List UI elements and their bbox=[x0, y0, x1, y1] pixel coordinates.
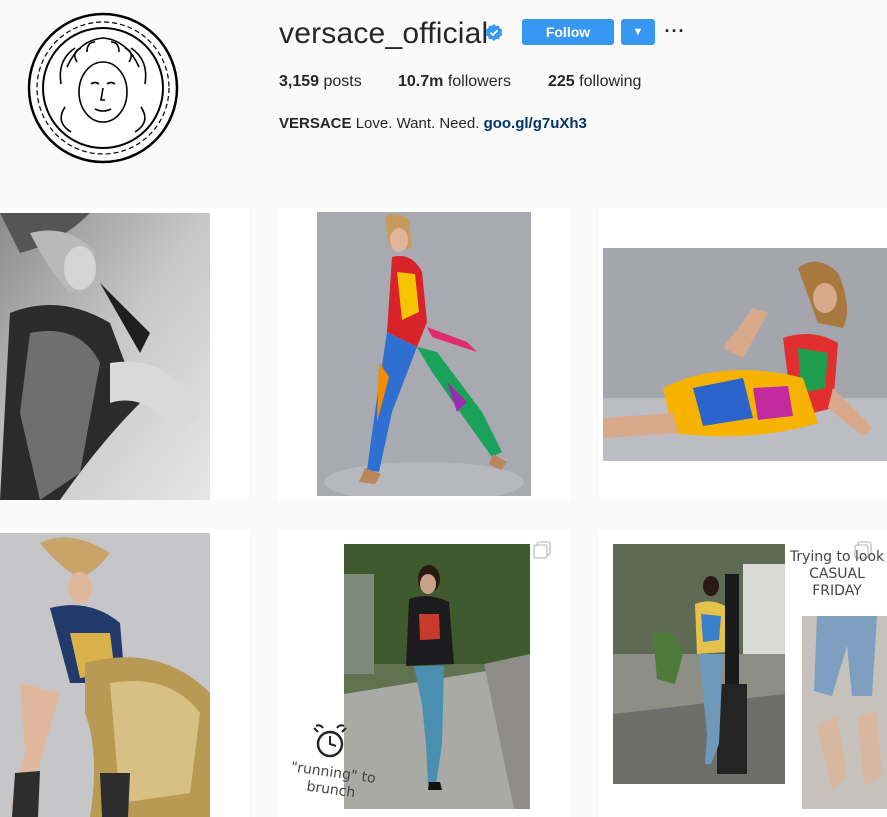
post-photo bbox=[317, 212, 531, 496]
post-photo bbox=[344, 544, 530, 809]
multiple-photos-icon bbox=[533, 541, 551, 559]
alarm-clock-icon bbox=[313, 724, 347, 758]
post-photo bbox=[603, 248, 887, 461]
profile-bio: VERSACE Love. Want. Need. goo.gl/g7uXh3 bbox=[279, 115, 587, 132]
post-thumbnail[interactable]: "running" to brunch bbox=[278, 529, 570, 817]
username: versace_official bbox=[279, 17, 489, 50]
post-thumbnail[interactable] bbox=[0, 208, 249, 500]
bio-name: VERSACE bbox=[279, 115, 352, 132]
followers-label: followers bbox=[447, 73, 511, 90]
post-overlay-text: Trying to look CASUAL FRIDAY bbox=[789, 549, 885, 599]
followers-stat[interactable]: 10.7m followers bbox=[398, 73, 511, 91]
verified-badge-icon bbox=[485, 24, 503, 41]
posts-stat: 3,159 posts bbox=[279, 73, 362, 91]
post-thumbnail[interactable] bbox=[0, 529, 249, 817]
versace-medusa-logo[interactable] bbox=[27, 12, 179, 164]
post-photo bbox=[802, 616, 887, 809]
chevron-down-icon: ▼ bbox=[632, 26, 644, 38]
post-photo bbox=[613, 544, 785, 784]
post-photo bbox=[0, 533, 210, 817]
followers-count: 10.7m bbox=[398, 73, 444, 90]
follow-dropdown-button[interactable]: ▼ bbox=[621, 19, 655, 45]
posts-count: 3,159 bbox=[279, 73, 320, 90]
bio-link[interactable]: goo.gl/g7uXh3 bbox=[484, 115, 587, 132]
following-label: following bbox=[579, 73, 642, 90]
post-thumbnail[interactable] bbox=[599, 208, 887, 500]
posts-label: posts bbox=[323, 73, 362, 90]
post-thumbnail[interactable]: Trying to look CASUAL FRIDAY bbox=[599, 529, 887, 817]
following-count: 225 bbox=[548, 73, 575, 90]
bio-text: Love. Want. Need. bbox=[355, 115, 480, 132]
post-photo bbox=[0, 213, 210, 500]
more-options-icon[interactable]: ··· bbox=[664, 20, 686, 42]
following-stat[interactable]: 225 following bbox=[548, 73, 641, 91]
follow-button[interactable]: Follow bbox=[522, 19, 614, 45]
post-thumbnail[interactable] bbox=[278, 208, 570, 500]
